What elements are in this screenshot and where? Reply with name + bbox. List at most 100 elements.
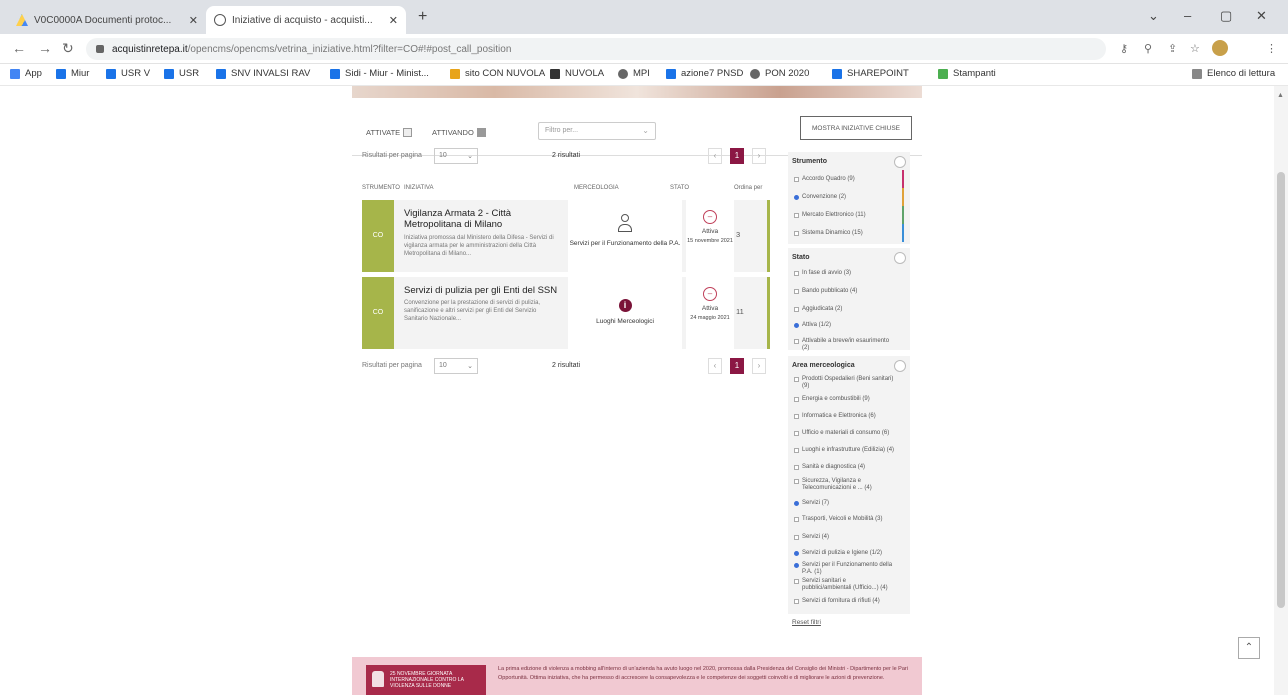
bookmark-usr[interactable]: USR (164, 68, 199, 79)
bookmark-sito[interactable]: sito CON NUVOLA (450, 68, 545, 79)
key-icon[interactable]: ⚷ (1120, 42, 1128, 55)
filter-option[interactable]: Aggiudicata (2) (794, 306, 896, 313)
share-icon[interactable]: ⇪ (1168, 42, 1177, 55)
bookmark-sharepoint[interactable]: SHAREPOINT (832, 68, 909, 79)
per-page-select[interactable]: 10 ⌄ (434, 358, 478, 374)
forward-icon[interactable]: → (38, 40, 52, 56)
bookmark-snv[interactable]: SNV INVALSI RAV (216, 68, 310, 79)
filter-option[interactable]: Informatica e Elettronica (6) (794, 413, 896, 420)
browser-tab-iniziative[interactable]: Iniziative di acquisto - acquisti... ✕ (206, 6, 406, 34)
bookmark-icon (164, 68, 174, 79)
scroll-to-top-button[interactable]: ⌃ (1238, 637, 1260, 659)
sort-merceologia[interactable]: MERCEOLOGIA (574, 185, 619, 191)
filter-option[interactable]: Attivabile a breve/in esaurimento (2) (794, 338, 896, 352)
filter-option[interactable]: Bando pubblicato (4) (794, 288, 896, 295)
filter-option[interactable]: Accordo Quadro (9) (794, 176, 896, 183)
filter-option[interactable]: Sicurezza, Vigilanza e Telecomunicazioni… (794, 478, 896, 492)
bookmark-nuvola[interactable]: NUVOLA (550, 68, 604, 79)
scroll-up-icon[interactable]: ▲ (1277, 92, 1284, 99)
bookmark-app[interactable]: App (10, 68, 42, 79)
pager-next-button[interactable]: › (752, 148, 766, 164)
close-window-icon[interactable]: ✕ (1256, 8, 1267, 24)
scrollbar[interactable]: ▲ (1274, 86, 1288, 695)
card-status: – Attiva 24 maggio 2021 (686, 277, 734, 349)
filter-option[interactable]: Servizi (7) (794, 500, 896, 507)
collapse-icon[interactable] (894, 156, 906, 168)
pager-prev-button[interactable]: ‹ (708, 148, 722, 164)
tab-search-icon[interactable]: ⌄ (1148, 8, 1159, 24)
url-path: /opencms/opencms/vetrina_iniziative.html… (187, 43, 512, 55)
filter-option[interactable]: Energia e combustibili (9) (794, 396, 896, 403)
chevron-down-icon: ⌄ (642, 126, 649, 135)
filter-option[interactable]: Ufficio e materiali di consumo (6) (794, 430, 896, 437)
bookmark-mpi[interactable]: MPI (618, 68, 650, 79)
card-title[interactable]: Vigilanza Armata 2 - Città Metropolitana… (404, 208, 559, 230)
bookmark-stampanti[interactable]: Stampanti (938, 68, 996, 79)
sort-by[interactable]: Ordina per (734, 185, 762, 191)
card-description: Convenzione per la prestazione di serviz… (404, 300, 541, 322)
scrollbar-thumb[interactable] (1277, 172, 1285, 608)
checkbox-attivando[interactable]: ATTIVANDO (432, 128, 486, 137)
chevron-down-icon: ⌄ (467, 363, 473, 370)
filter-option[interactable]: Servizi di fornitura di rifiuti (4) (794, 598, 896, 605)
person-icon (617, 214, 633, 234)
filter-option[interactable]: Servizi di pulizia e Igiene (1/2) (794, 550, 896, 557)
reading-list[interactable]: Elenco di lettura (1192, 68, 1275, 79)
url-input[interactable]: acquistinretepa.it /opencms/opencms/vetr… (86, 38, 1106, 60)
status-icon: – (703, 287, 717, 301)
per-page-select[interactable]: 10 ⌄ (434, 148, 478, 164)
card-category: i Luoghi Merceologici (568, 277, 682, 349)
sort-stato[interactable]: STATO (670, 185, 689, 191)
show-closed-button[interactable]: MOSTRA INIZIATIVE CHIUSE (800, 116, 912, 140)
menu-icon[interactable]: ⋮ (1266, 42, 1277, 55)
bookmark-sidi[interactable]: Sidi - Miur - Minist... (330, 68, 429, 79)
filter-option[interactable]: Servizi per il Funzionamento della P.A. … (794, 562, 896, 576)
bookmark-pon[interactable]: PON 2020 (750, 68, 809, 79)
filter-option[interactable]: Luoghi e infrastrutture (Edilizia) (4) (794, 447, 896, 454)
filter-option[interactable]: Mercato Elettronico (11) (794, 212, 896, 219)
filter-option[interactable]: Convenzione (2) (794, 194, 896, 201)
filter-option[interactable]: Servizi sanitari e pubblici/ambientali (… (794, 578, 896, 592)
card-title[interactable]: Servizi di pulizia per gli Enti del SSN (404, 285, 559, 296)
zoom-icon[interactable]: ⚲ (1144, 42, 1152, 55)
filter-option[interactable]: Sanità e diagnostica (4) (794, 464, 896, 471)
tool-badge: CO (362, 277, 394, 349)
filter-option[interactable]: Sistema Dinamico (15) (794, 230, 896, 237)
filter-dropdown[interactable]: Filtro per... ⌄ (538, 122, 656, 140)
filter-option[interactable]: Servizi (4) (794, 534, 896, 541)
sort-strumento[interactable]: STRUMENTO (362, 185, 400, 191)
card-description: Iniziativa promossa dal Ministero della … (404, 235, 554, 257)
pager-current-page[interactable]: 1 (730, 358, 744, 374)
footer-banner: 25 NOVEMBRE GIORNATA INTERNAZIONALE CONT… (352, 657, 922, 695)
bookmark-icon (106, 68, 116, 79)
pager-next-button[interactable]: › (752, 358, 766, 374)
list-item[interactable]: CO Vigilanza Armata 2 - Città Metropolit… (362, 200, 770, 272)
back-icon[interactable]: ← (12, 40, 26, 56)
filter-option[interactable]: Prodotti Ospedalieri (Beni sanitari) (9) (794, 376, 896, 390)
bookmark-miur[interactable]: Miur (56, 68, 89, 79)
filter-option[interactable]: Attiva (1/2) (794, 322, 896, 329)
sort-iniziativa[interactable]: INIZIATIVA (404, 185, 433, 191)
bookmark-usrv[interactable]: USR V (106, 68, 150, 79)
campaign-box[interactable]: 25 NOVEMBRE GIORNATA INTERNAZIONALE CONT… (366, 665, 486, 695)
list-item[interactable]: CO Servizi di pulizia per gli Enti del S… (362, 277, 770, 349)
maximize-icon[interactable]: ▢ (1220, 8, 1232, 24)
collapse-icon[interactable] (894, 360, 906, 372)
minimize-icon[interactable]: – (1184, 8, 1191, 23)
close-icon[interactable]: ✕ (389, 14, 398, 27)
filter-option[interactable]: In fase di avvio (3) (794, 270, 896, 277)
bookmark-icon (56, 68, 66, 79)
close-icon[interactable]: ✕ (189, 14, 198, 27)
browser-tab-documents[interactable]: V0C0000A Documenti protoc... ✕ (8, 6, 206, 34)
pager-current-page[interactable]: 1 (730, 148, 744, 164)
checkbox-attivate[interactable]: ATTIVATE (366, 128, 413, 137)
pager-prev-button[interactable]: ‹ (708, 358, 722, 374)
collapse-icon[interactable] (894, 252, 906, 264)
star-icon[interactable]: ☆ (1190, 42, 1200, 55)
reload-icon[interactable]: ↻ (62, 40, 74, 57)
avatar[interactable] (1212, 40, 1228, 56)
bookmark-azione7[interactable]: azione7 PNSD (666, 68, 743, 79)
new-tab-button[interactable]: + (418, 8, 427, 26)
reset-filters-link[interactable]: Reset filtri (792, 619, 821, 626)
filter-option[interactable]: Trasporti, Veicoli e Mobilità (3) (794, 516, 896, 523)
